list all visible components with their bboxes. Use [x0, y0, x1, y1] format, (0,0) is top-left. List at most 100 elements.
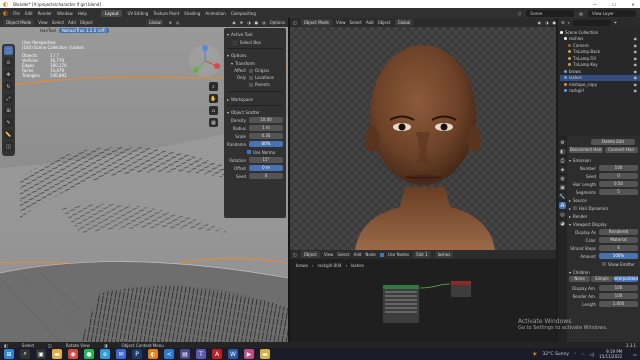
- node-menu-select[interactable]: Select: [337, 252, 349, 257]
- emission-field[interactable]: 100: [599, 165, 638, 171]
- children-header[interactable]: ▾ Children: [569, 268, 638, 276]
- affect-origins[interactable]: Origins: [249, 67, 274, 74]
- scene-tab-icon[interactable]: ◈: [559, 166, 566, 173]
- object-tab-icon[interactable]: ▣: [559, 184, 566, 191]
- amount-slider[interactable]: 100%: [599, 253, 638, 259]
- connect-hair-button[interactable]: Connect Hair: [604, 147, 638, 153]
- close-button[interactable]: ✕: [626, 2, 640, 7]
- visibility-eye-icon[interactable]: ◉: [634, 69, 638, 74]
- node-editor[interactable]: ◫ Object View Select Add Node Use Nodes …: [290, 250, 556, 342]
- outliner-item[interactable]: roshies ◉: [560, 36, 640, 43]
- blender-icon[interactable]: ◐: [148, 349, 158, 359]
- visibility-eye-icon[interactable]: ◉: [634, 36, 638, 41]
- outliner-item[interactable]: lashes ◉: [560, 74, 640, 81]
- material-selector[interactable]: lashes: [434, 251, 454, 258]
- source-header[interactable]: ▸ Source: [569, 196, 638, 204]
- modifier-tab-icon[interactable]: 🔧: [559, 193, 566, 200]
- menu-file[interactable]: File: [13, 11, 20, 16]
- addon-field[interactable]: Nahaa/True 3.2.6 (off): [58, 28, 109, 33]
- right-menu-view[interactable]: View: [336, 20, 346, 25]
- shading-material-icon[interactable]: ◍: [262, 20, 266, 25]
- tool-tab-icon[interactable]: ⚙: [559, 139, 566, 146]
- tray-chevron-icon[interactable]: ˄: [574, 352, 576, 357]
- breadcrumb-mesh[interactable]: rackgirl.004: [318, 263, 342, 268]
- right-mode-selector[interactable]: Object Mode: [300, 19, 332, 26]
- color-selector[interactable]: Material: [599, 237, 638, 243]
- weather-label[interactable]: 32°C Sunny: [542, 352, 569, 357]
- word-icon[interactable]: W: [228, 349, 238, 359]
- scatter-field[interactable]: 0.30: [249, 133, 283, 139]
- scatter-field[interactable]: 1 m: [249, 125, 283, 131]
- photoshop-icon[interactable]: P: [132, 349, 142, 359]
- workspace-header[interactable]: ▸ Workspace: [227, 95, 283, 103]
- npanel-tab-options[interactable]: Options: [270, 20, 285, 25]
- use-normal-checkbox[interactable]: [247, 150, 251, 154]
- visibility-eye-icon[interactable]: ◉: [634, 75, 638, 80]
- children-none-button[interactable]: None: [569, 276, 591, 282]
- camera-view-icon[interactable]: ⌂: [209, 106, 218, 115]
- node-menu-node[interactable]: Node: [365, 252, 375, 257]
- children-field[interactable]: 1.000: [599, 301, 638, 307]
- left-menu-select[interactable]: Select: [52, 20, 64, 25]
- left-menu-view[interactable]: View: [38, 20, 48, 25]
- cursor-icon[interactable]: ⊙: [4, 58, 13, 67]
- right-viewport[interactable]: ◫ Object Mode View Select Add Object Glo…: [290, 18, 556, 250]
- active-tool-row[interactable]: ⬚ Select Box: [227, 38, 283, 46]
- annotate-icon[interactable]: ✎: [4, 118, 13, 127]
- emission-header[interactable]: ▾ Emission: [569, 156, 638, 164]
- left-orientation-selector[interactable]: Global: [145, 19, 165, 26]
- edge-icon[interactable]: e: [100, 349, 110, 359]
- tab-compositing[interactable]: Compositing: [231, 11, 256, 16]
- visibility-eye-icon[interactable]: ◉: [634, 56, 638, 61]
- outliner-item[interactable]: brows ◉: [560, 68, 640, 75]
- transform-icon[interactable]: ⊞: [4, 106, 13, 115]
- strand-steps-field[interactable]: 4: [599, 245, 638, 251]
- emission-field[interactable]: 0: [599, 173, 638, 179]
- outliner-item[interactable]: Scene Collection: [560, 29, 640, 36]
- overlay-icon[interactable]: ◑: [247, 20, 251, 25]
- mail-icon[interactable]: ✉: [116, 349, 126, 359]
- tab-layout[interactable]: Layout: [100, 9, 123, 17]
- outliner-search-field[interactable]: [572, 19, 611, 26]
- output-tab-icon[interactable]: ⎙: [559, 157, 566, 164]
- windows-icon[interactable]: ⊞: [4, 349, 14, 359]
- breadcrumb-material[interactable]: lashes: [351, 263, 364, 268]
- node-editor-selector[interactable]: Object: [300, 251, 320, 258]
- right-overlay-icon[interactable]: ◑: [545, 20, 549, 25]
- visibility-eye-icon[interactable]: ◉: [634, 82, 638, 87]
- chrome-icon[interactable]: ◉: [68, 349, 78, 359]
- menu-edit[interactable]: Edit: [25, 11, 33, 16]
- weather-icon[interactable]: ☀: [532, 351, 537, 358]
- active-tool-header[interactable]: ▾ Active Tool: [227, 30, 283, 38]
- viewlayer-selector[interactable]: View Layer: [588, 9, 636, 17]
- use-nodes-checkbox[interactable]: [379, 252, 384, 257]
- volume-icon[interactable]: ◁): [590, 352, 595, 357]
- spotify-icon[interactable]: ●: [84, 349, 94, 359]
- children-field[interactable]: 100: [599, 285, 638, 291]
- scatter-field[interactable]: 15°: [249, 157, 283, 163]
- right-orientation-selector[interactable]: Global: [394, 19, 414, 26]
- acrobat-icon[interactable]: A: [212, 349, 222, 359]
- editor-type-icon[interactable]: ◫: [293, 20, 297, 25]
- proportional-icon[interactable]: ◎: [176, 20, 180, 25]
- left-mode-selector[interactable]: Object Mode: [3, 19, 35, 26]
- tab-texture-paint[interactable]: Texture Paint: [153, 11, 179, 16]
- navigation-gizmo[interactable]: [188, 44, 222, 78]
- scatter-field[interactable]: 0 m: [249, 165, 283, 171]
- options-header[interactable]: ▾ Options: [227, 51, 283, 59]
- teams-icon[interactable]: T: [196, 349, 206, 359]
- children-simple-button[interactable]: Simple: [591, 276, 613, 282]
- disconnect-hair-button[interactable]: Disconnect Hair: [569, 147, 603, 153]
- scale-icon[interactable]: ⤢: [4, 94, 13, 103]
- tab-shading[interactable]: Shading: [184, 11, 200, 16]
- measure-icon[interactable]: 📏: [4, 130, 13, 139]
- right-menu-select[interactable]: Select: [349, 20, 361, 25]
- right-menu-object[interactable]: Object: [378, 20, 391, 25]
- menu-window[interactable]: Window: [57, 11, 73, 16]
- affect-locations[interactable]: Locations: [249, 74, 274, 81]
- particles-tab-icon[interactable]: ⁂: [559, 202, 566, 209]
- gizmo-icon[interactable]: ✥: [240, 20, 243, 25]
- scatter-field[interactable]: 80%: [249, 141, 283, 147]
- visibility-eye-icon[interactable]: ◉: [634, 62, 638, 67]
- visibility-eye-icon[interactable]: ◉: [634, 43, 638, 48]
